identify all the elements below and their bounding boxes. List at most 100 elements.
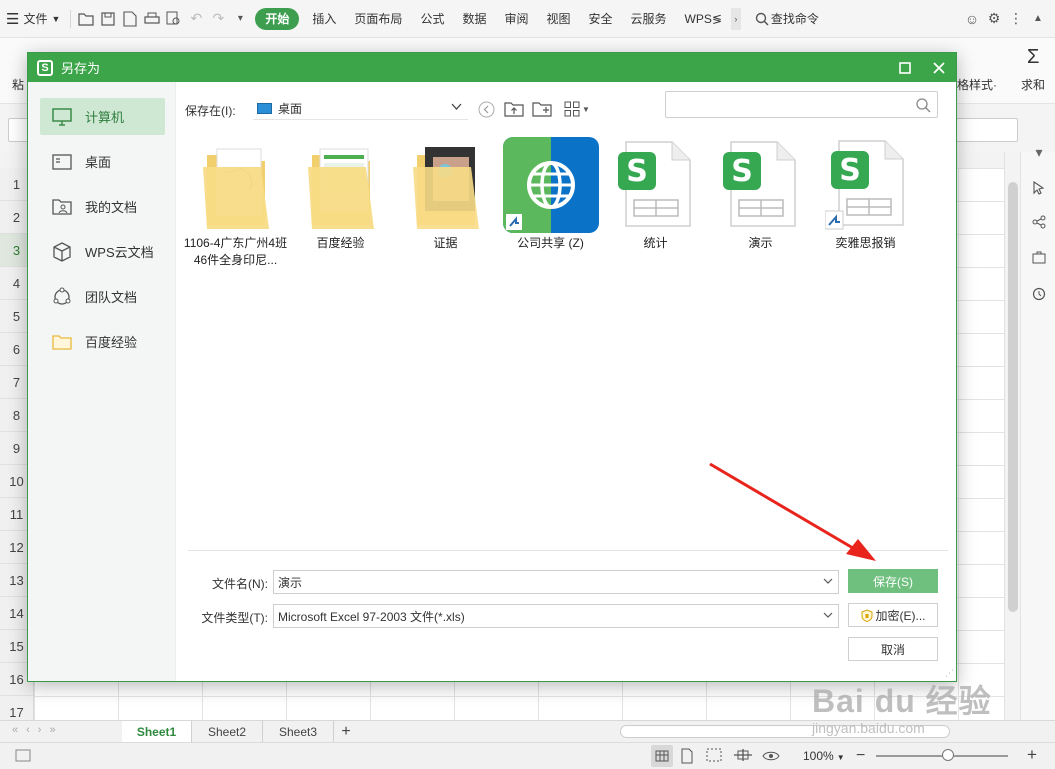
normal-view-icon[interactable] [651,745,673,767]
sum-label[interactable]: 求和 [1021,76,1045,93]
close-icon [933,61,945,74]
filename-label: 文件名(N): [212,577,268,591]
tab-home[interactable]: 开始 [255,7,300,30]
file-menu[interactable]: ☰ 文件 ▼ [0,0,66,38]
paste-label[interactable]: 粘 [12,76,24,93]
chevron-down-icon[interactable] [823,609,833,621]
search-input[interactable] [665,91,938,118]
sigma-icon[interactable]: Σ [1027,46,1039,69]
share-icon[interactable] [1029,212,1049,232]
sheet-nav-arrows[interactable]: «‹›» [12,724,64,736]
zoom-slider-handle[interactable] [942,749,954,761]
filetype-label: 文件类型(T): [201,611,268,625]
sidebar-item-label: 计算机 [85,110,125,125]
more-options-icon[interactable]: ⋮ [1005,8,1027,30]
desktop-small-icon [257,102,272,114]
save-button[interactable]: 保存(S) [848,569,938,593]
up-folder-button[interactable] [503,99,525,119]
sidebar-item-desktop[interactable]: 桌面 [40,143,165,180]
select-cursor-icon[interactable] [1029,178,1049,198]
chevron-down-icon[interactable] [823,575,833,587]
maximize-button[interactable] [888,53,922,82]
zoom-in-button[interactable]: + [1027,745,1037,765]
list-item[interactable]: 公司共享 (Z) [498,133,603,273]
zoom-out-button[interactable]: − [856,747,865,765]
sheet-manage-icon[interactable] [14,747,32,765]
sheet-tab-sheet1[interactable]: Sheet1 [122,721,192,743]
vertical-scrollbar[interactable] [1004,152,1020,720]
gear-icon[interactable]: ⚙ [983,8,1005,30]
save-icon[interactable] [97,8,119,30]
add-sheet-button[interactable]: + [334,721,358,743]
sidebar-item-computer[interactable]: 计算机 [40,98,165,135]
tab-security[interactable]: 安全 [580,0,622,38]
cancel-button[interactable]: 取消 [848,637,938,661]
tab-formulas[interactable]: 公式 [411,0,453,38]
tab-insert[interactable]: 插入 [303,0,345,38]
undo-icon[interactable]: ↶ [185,8,207,30]
chevron-down-icon: ▼ [582,104,590,114]
print-preview-icon[interactable] [163,8,185,30]
list-item[interactable]: 1106-4广东广州4班46件全身印尼... [183,133,288,273]
folder-icon [288,135,393,235]
more-dropdown-icon[interactable]: ▾ [229,8,251,30]
close-button[interactable] [922,53,956,82]
sidebar-item-team-docs[interactable]: 团队文档 [40,278,165,315]
monitor-icon [51,106,73,128]
toolbox-icon[interactable] [1029,247,1049,267]
history-icon[interactable] [1029,284,1049,304]
team-icon [51,286,73,308]
chevron-down-icon: ▼ [836,753,845,762]
cell-style-label[interactable]: 格样式· [957,76,997,93]
sidebar-item-wps-cloud[interactable]: WPS云文档 [40,233,165,270]
open-icon[interactable] [75,8,97,30]
scroll-tabs-icon[interactable]: › [730,7,741,30]
feedback-icon[interactable]: ☺ [961,8,983,30]
file-name: 1106-4广东广州4班46件全身印尼... [183,236,288,267]
sheet-tab-sheet3[interactable]: Sheet3 [263,721,334,743]
tab-wps-more[interactable]: WPS≶ [676,0,731,38]
list-item[interactable]: 百度经验 [288,133,393,273]
sidebar-item-my-documents[interactable]: 我的文档 [40,188,165,225]
tab-view[interactable]: 视图 [537,0,579,38]
scroll-thumb[interactable] [1008,182,1018,612]
shield-lock-icon [861,608,872,622]
page-layout-view-icon[interactable] [680,748,694,767]
wps-logo-icon: S [37,59,53,76]
formula-input[interactable] [956,118,1018,142]
filename-input[interactable]: 演示 [273,570,839,594]
back-button[interactable] [476,99,496,119]
list-item[interactable]: 证据 [393,133,498,273]
wps-spreadsheet-icon: S [708,135,813,235]
list-item[interactable]: S 奕雅思报销 [813,133,918,273]
print-icon[interactable] [141,8,163,30]
reading-mode-icon[interactable] [732,747,754,766]
tab-page-layout[interactable]: 页面布局 [345,0,411,38]
search-command[interactable]: 查找命令 [749,0,825,38]
sidebar-item-label: 百度经验 [85,335,138,350]
filetype-select[interactable]: Microsoft Excel 97-2003 文件(*.xls) [273,604,839,628]
search-command-label: 查找命令 [770,12,819,26]
dialog-title-bar[interactable]: S 另存为 [28,53,956,82]
list-item[interactable]: S 统计 [603,133,708,273]
tab-review[interactable]: 审阅 [495,0,537,38]
page-break-view-icon[interactable] [706,748,722,765]
collapse-ribbon-icon[interactable]: ▲ [1027,8,1049,30]
file-list: 1106-4广东广州4班46件全身印尼... 百度经验 证据 公司共享 (Z) [178,133,956,548]
tab-data[interactable]: 数据 [453,0,495,38]
dialog-title: 另存为 [61,61,101,76]
list-item[interactable]: S 演示 [708,133,813,273]
tab-cloud[interactable]: 云服务 [622,0,676,38]
toolbar-divider [70,9,72,28]
pdf-icon[interactable] [119,8,141,30]
view-mode-button[interactable]: ▼ [563,99,591,119]
encrypt-button[interactable]: 加密(E)... [848,603,938,627]
sheet-tab-sheet2[interactable]: Sheet2 [192,721,263,743]
save-in-select[interactable]: 桌面 [253,97,468,120]
collapse-panel-icon[interactable]: ▾ [1029,142,1049,162]
sidebar-item-baidu-jingyan[interactable]: 百度经验 [40,323,165,360]
redo-icon[interactable]: ↷ [207,8,229,30]
new-folder-button[interactable] [531,99,553,119]
zoom-level[interactable]: 100% ▼ [803,749,845,763]
eye-protection-icon[interactable] [762,747,780,766]
